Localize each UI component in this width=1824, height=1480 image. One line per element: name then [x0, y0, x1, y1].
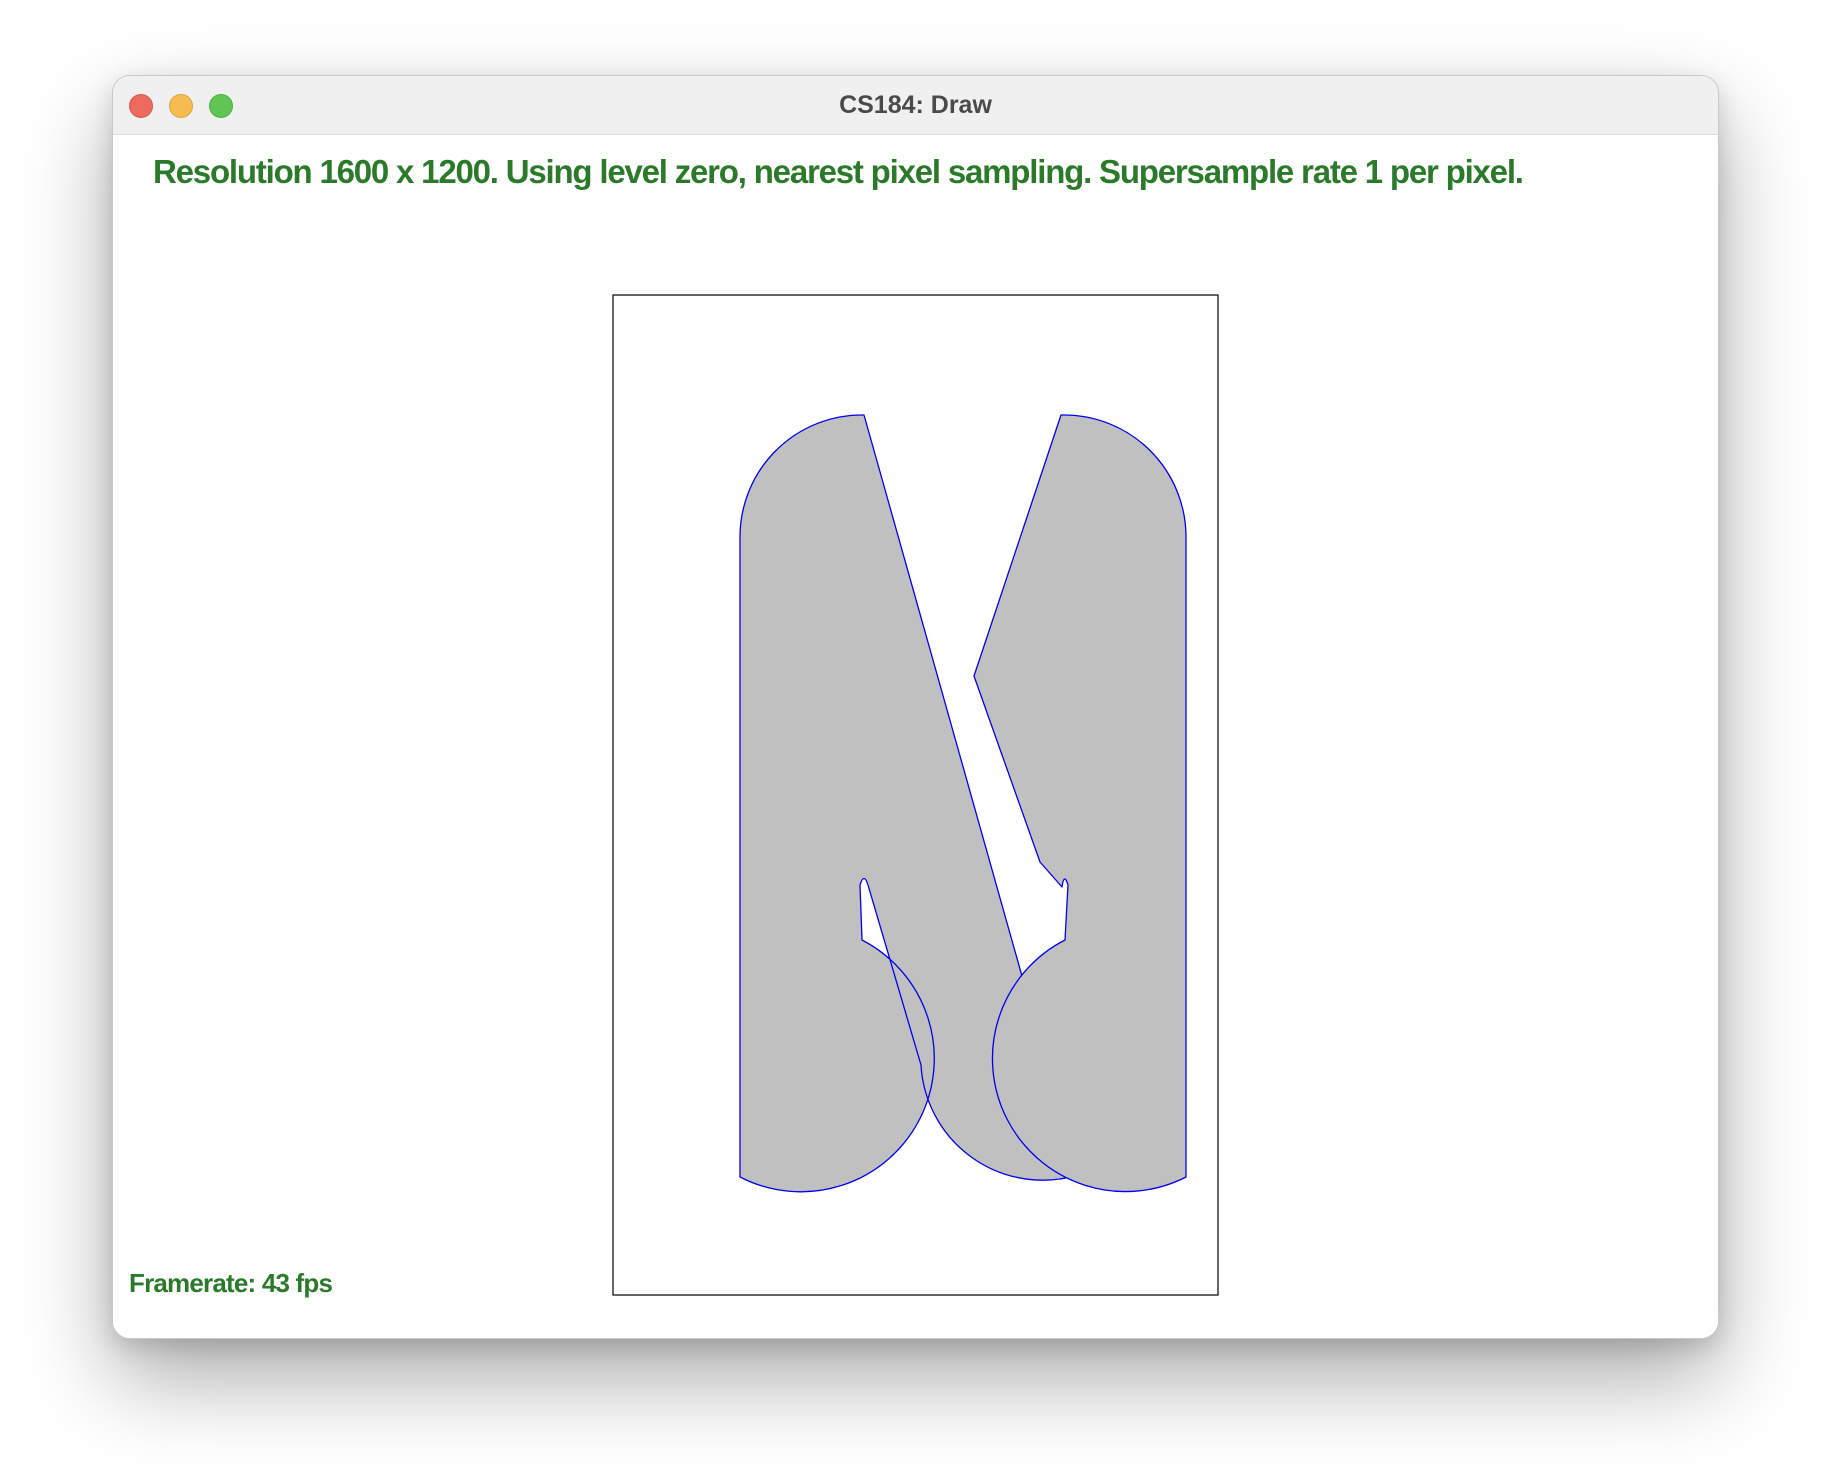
window-title: CS184: Draw [839, 91, 992, 119]
canvas-area[interactable]: Resolution 1600 x 1200. Using level zero… [113, 135, 1718, 1338]
title-bar[interactable]: CS184: Draw [113, 76, 1718, 135]
app-window: CS184: Draw Resolution 1600 x 1200. Usin… [112, 75, 1719, 1339]
framerate-text: Framerate: 43 fps [129, 1268, 333, 1298]
render-viewport[interactable] [113, 135, 1718, 1338]
